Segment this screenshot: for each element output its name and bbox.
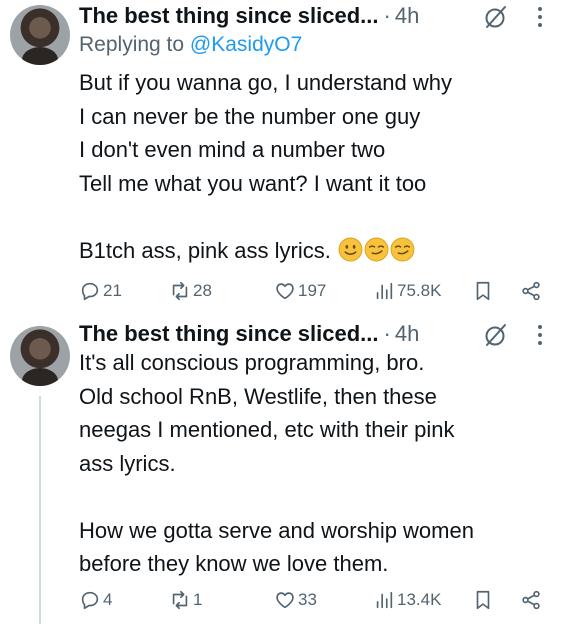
reply-handle-link[interactable]: @KasidyO7	[190, 33, 302, 56]
text-line-with-emojis: B1tch ass, pink ass lyrics.	[79, 234, 549, 268]
tweet[interactable]: The best thing since sliced... · 4h Repl…	[0, 0, 567, 312]
reply-thread: The best thing since sliced... · 4h Repl…	[0, 0, 567, 624]
views-count: 75.8K	[397, 281, 442, 300]
slightly-smiling-face-emoji	[338, 237, 363, 261]
text-line: I don't even mind a number two	[79, 137, 386, 162]
avatar[interactable]	[10, 326, 70, 386]
like-count: 197	[298, 281, 327, 300]
timestamp[interactable]: 4h	[395, 321, 419, 347]
repost-icon	[172, 281, 188, 301]
tweet-text: But if you wanna go, I understand why I …	[79, 66, 549, 267]
timestamp[interactable]: 4h	[395, 3, 419, 29]
text-line: B1tch ass, pink ass lyrics.	[79, 237, 331, 263]
separator-dot: ·	[383, 3, 391, 28]
reply-icon	[81, 591, 99, 610]
smirking-face-emoji	[390, 237, 415, 261]
share-button[interactable]	[520, 585, 544, 615]
smirking-face-emoji	[364, 237, 389, 261]
grok-icon[interactable]	[483, 322, 509, 348]
reply-button[interactable]: 21	[79, 276, 122, 306]
text-line: Tell me what you want? I want it too	[79, 170, 427, 196]
text-line: It's all conscious programming, bro.	[79, 350, 425, 375]
thread-connector-line	[39, 396, 41, 624]
grok-icon[interactable]	[483, 4, 509, 30]
repost-count: 28	[193, 281, 212, 300]
like-icon	[276, 283, 294, 300]
views-icon	[376, 591, 393, 609]
text-line: ass lyrics.	[79, 450, 176, 476]
text-line: But if you wanna go, I understand why	[79, 70, 453, 95]
share-icon	[522, 281, 540, 301]
share-icon	[522, 590, 540, 610]
reply-icon	[81, 282, 99, 301]
bookmark-button[interactable]	[472, 276, 496, 306]
more-icon[interactable]	[537, 324, 543, 346]
tweet[interactable]: The best thing since sliced... · 4h It's…	[0, 312, 567, 624]
tweet-header: The best thing since sliced... · 4h	[79, 0, 567, 32]
bookmark-button[interactable]	[472, 585, 496, 615]
author-name[interactable]: The best thing since sliced...	[79, 3, 379, 29]
like-count: 33	[298, 590, 317, 609]
tweet-text: It's all conscious programming, bro. Old…	[79, 346, 549, 581]
repost-button[interactable]: 1	[169, 585, 202, 615]
avatar[interactable]	[10, 5, 70, 65]
views-count: 13.4K	[397, 590, 442, 609]
reply-button[interactable]: 4	[79, 585, 112, 615]
text-line: neegas I mentioned, etc with their pink	[79, 417, 455, 442]
separator-dot: ·	[383, 321, 391, 346]
views-button[interactable]: 75.8K	[373, 276, 441, 306]
share-button[interactable]	[520, 276, 544, 306]
repost-count: 1	[193, 590, 203, 609]
reply-count: 21	[103, 281, 122, 300]
views-button[interactable]: 13.4K	[373, 585, 441, 615]
author-name[interactable]: The best thing since sliced...	[79, 321, 379, 347]
action-bar: 4 1 33 13.4K	[79, 585, 567, 615]
repost-button[interactable]: 28	[169, 276, 212, 306]
like-button[interactable]: 33	[274, 585, 317, 615]
more-icon[interactable]	[537, 6, 543, 28]
like-button[interactable]: 197	[274, 276, 326, 306]
text-line: before they know we love them.	[79, 551, 389, 576]
text-line: How we gotta serve and worship women	[79, 517, 474, 543]
replying-to: Replying to @KasidyO7	[79, 33, 302, 57]
bookmark-icon	[476, 281, 490, 301]
replying-to-label: Replying to	[79, 33, 185, 56]
like-icon	[276, 592, 294, 609]
bookmark-icon	[476, 590, 490, 610]
text-line: Old school RnB, Westlife, then these	[79, 383, 437, 409]
reply-count: 4	[103, 590, 113, 609]
repost-icon	[172, 590, 188, 610]
text-line: I can never be the number one guy	[79, 103, 421, 129]
views-icon	[376, 282, 393, 300]
action-bar: 21 28 197 75.8K	[79, 276, 567, 306]
